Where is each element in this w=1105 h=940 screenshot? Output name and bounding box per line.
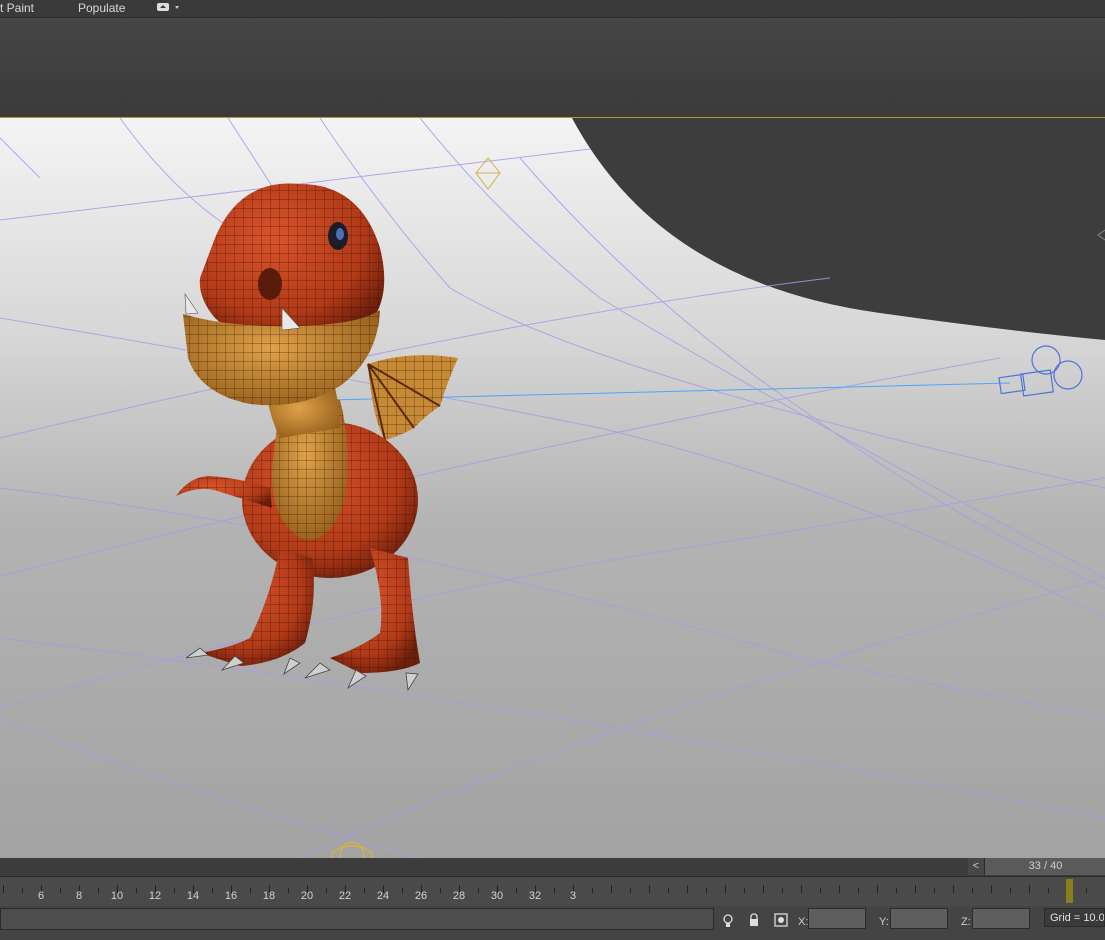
ruler-tick (611, 885, 612, 893)
ruler-tick (820, 888, 821, 893)
ruler-tick (478, 888, 479, 893)
ruler-tick (801, 885, 802, 893)
ribbon-panel (0, 17, 1105, 117)
perspective-viewport[interactable] (0, 117, 1105, 859)
z-label: Z: (961, 916, 971, 928)
ruler-label: 8 (75, 890, 83, 902)
ruler-tick (877, 885, 878, 893)
viewport-scene (0, 118, 1105, 858)
prompt-line (0, 908, 714, 930)
ruler-tick (516, 888, 517, 893)
lock-icon[interactable] (746, 913, 762, 931)
ruler-tick (1029, 885, 1030, 893)
ruler-tick (991, 885, 992, 893)
ruler-tick (934, 888, 935, 893)
grid-size-display: Grid = 10.0 (1044, 908, 1105, 927)
ruler-tick (174, 888, 175, 893)
ruler-tick (136, 888, 137, 893)
lightbulb-icon[interactable] (720, 913, 736, 931)
ruler-tick (98, 888, 99, 893)
ruler-label: 26 (414, 890, 428, 902)
ruler-tick (22, 888, 23, 893)
ruler-tick (763, 885, 764, 893)
y-coordinate-field[interactable] (890, 908, 948, 929)
ruler-label: 3 (569, 890, 577, 902)
transform-type-in-icon[interactable] (773, 913, 789, 931)
time-slider-track[interactable] (0, 858, 1105, 876)
ruler-tick (554, 888, 555, 893)
ruler-tick (630, 888, 631, 893)
ruler-tick (725, 885, 726, 893)
ribbon-toggle-icon[interactable] (157, 1, 181, 16)
ruler-label: 28 (452, 890, 466, 902)
ruler-tick (744, 888, 745, 893)
ruler-tick (839, 885, 840, 893)
ruler-tick (668, 888, 669, 893)
ruler-label: 22 (338, 890, 352, 902)
ruler-tick (288, 888, 289, 893)
ruler-label: 30 (490, 890, 504, 902)
ruler-tick (1086, 888, 1087, 893)
status-bar: X: Y: Z: Grid = 10.0 (0, 906, 1105, 940)
x-label: X: (798, 916, 809, 928)
ruler-label: 14 (186, 890, 200, 902)
ruler-label: 32 (528, 890, 542, 902)
ruler-tick (326, 888, 327, 893)
x-coordinate-field[interactable] (808, 908, 866, 929)
ruler-tick (1048, 888, 1049, 893)
ruler-tick (60, 888, 61, 893)
ruler-label: 16 (224, 890, 238, 902)
ruler-label: 18 (262, 890, 276, 902)
ruler-label: 10 (110, 890, 124, 902)
ruler-tick (706, 888, 707, 893)
ruler-tick (896, 888, 897, 893)
ruler-label: 6 (37, 890, 45, 902)
y-label: Y: (879, 916, 889, 928)
z-coordinate-field[interactable] (972, 908, 1030, 929)
ruler-tick (972, 888, 973, 893)
ruler-tick (364, 888, 365, 893)
ruler-label: 20 (300, 890, 314, 902)
ruler-tick (440, 888, 441, 893)
ruler-label: 12 (148, 890, 162, 902)
ruler-tick (782, 888, 783, 893)
menu-bar: t Paint Populate (0, 0, 1105, 17)
ruler-label: 24 (376, 890, 390, 902)
ruler-tick (250, 888, 251, 893)
time-prev-button[interactable]: < (968, 858, 984, 875)
ruler-tick (915, 885, 916, 893)
menu-item-paint[interactable]: t Paint (0, 1, 34, 15)
current-frame-marker (1066, 879, 1073, 903)
time-slider-handle[interactable]: 33 / 40 (984, 858, 1105, 875)
menu-item-populate[interactable]: Populate (78, 1, 125, 15)
ruler-tick (1010, 888, 1011, 893)
ruler-tick (953, 885, 954, 893)
ruler-tick (592, 888, 593, 893)
ruler-tick (212, 888, 213, 893)
ruler-tick (687, 885, 688, 893)
ruler-tick (858, 888, 859, 893)
ruler-tick (649, 885, 650, 893)
ruler-tick (3, 885, 4, 893)
ruler-tick (402, 888, 403, 893)
trackbar-ruler[interactable]: 6 8 10 12 14 16 18 20 22 24 26 28 30 32 3 (0, 876, 1105, 907)
